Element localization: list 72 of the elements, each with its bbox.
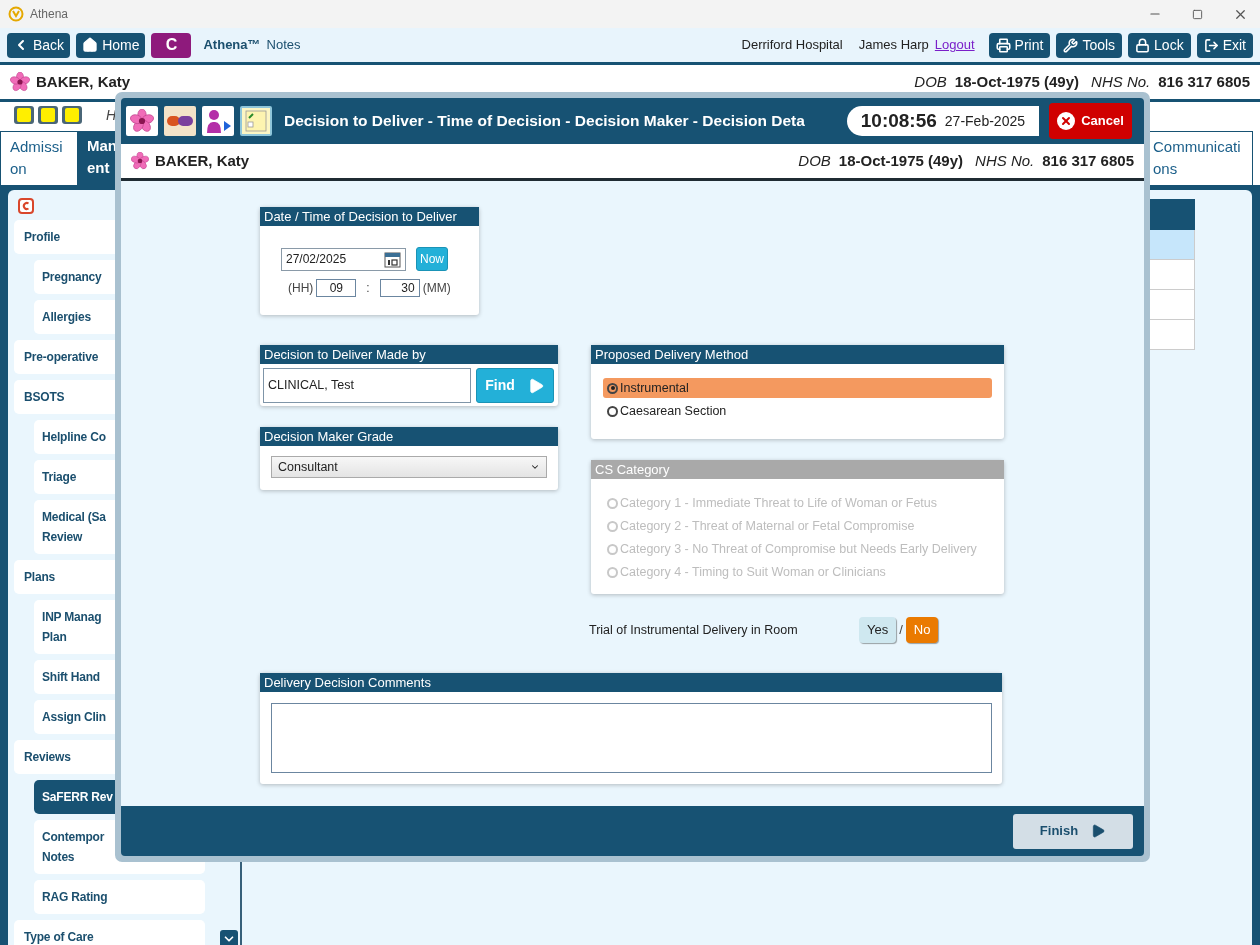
sidebar-item[interactable]: RAG Rating (34, 880, 205, 914)
dialog-title: Decision to Deliver - Time of Decision - Decision Maker - Decision Deta (284, 111, 806, 132)
patient-name: BAKER, Katy (155, 150, 250, 171)
toolbar-button[interactable]: Home (76, 32, 146, 58)
dropdown-caret-icon (530, 462, 540, 472)
radio-button[interactable] (607, 382, 618, 394)
app-logo-icon (8, 6, 24, 22)
app-name: Athena™ (203, 36, 261, 55)
calendar-icon[interactable] (384, 250, 401, 268)
flower-icon (130, 109, 154, 133)
radio-option[interactable]: Caesarean Section (603, 401, 992, 421)
toolbar-button[interactable]: Lock (1128, 32, 1191, 58)
hospital-name: Derriford Hospital (741, 36, 843, 55)
toolbar-button[interactable]: Exit (1196, 32, 1253, 58)
printer-icon (995, 37, 1011, 53)
logout-link[interactable]: Logout (934, 35, 975, 55)
finish-button[interactable]: Finish (1013, 813, 1133, 849)
nhs-label: NHS No. (1091, 71, 1151, 92)
radio-option[interactable]: Instrumental (603, 378, 992, 398)
comments-field[interactable] (271, 703, 992, 773)
flower-icon (10, 72, 30, 92)
note-tile-icon[interactable] (240, 106, 272, 136)
play-icon (1090, 823, 1107, 839)
lock-icon (1135, 37, 1151, 53)
hours-label: (HH) (288, 280, 314, 297)
minutes-label: (MM) (422, 280, 451, 297)
home-icon (82, 37, 99, 53)
alert-icon (18, 198, 34, 214)
dob-label: DOB (798, 150, 831, 171)
hours-field[interactable]: 09 (316, 279, 357, 297)
minutes-field[interactable]: 30 (379, 279, 420, 297)
window-title: Athena (30, 6, 69, 23)
clinician-field[interactable]: CLINICAL, Test (263, 368, 471, 403)
panel-header: Delivery Decision Comments (260, 673, 1002, 692)
grade-dropdown[interactable]: Consultant (271, 456, 547, 478)
toolbar-button[interactable]: Back (7, 32, 71, 58)
c-button[interactable]: C (151, 32, 192, 58)
person-tile-icon[interactable] (202, 106, 234, 136)
panel-header: Decision to Deliver Made by (260, 345, 558, 364)
cancel-button[interactable]: Cancel (1049, 103, 1132, 139)
dob-value: 18-Oct-1975 (49y) (838, 150, 964, 171)
wrench-icon (1063, 37, 1079, 53)
nhs-value: 816 317 6805 (1158, 71, 1250, 92)
toggle-button[interactable]: Yes (859, 617, 897, 643)
sidebar-item[interactable]: Type of Care (14, 920, 205, 945)
pill-tile-icon[interactable] (164, 106, 196, 136)
dob-value: 18-Oct-1975 (49y) (954, 71, 1080, 92)
exit-icon (1203, 37, 1219, 53)
flower-tile-icon[interactable] (126, 106, 158, 136)
time-separator: : (366, 280, 370, 297)
flower-icon (131, 152, 149, 170)
panel-header: CS Category (591, 460, 1004, 479)
panel-header: Proposed Delivery Method (591, 345, 1004, 364)
dob-label: DOB (914, 71, 947, 92)
patient-name: BAKER, Katy (36, 71, 131, 92)
panel-header: Decision Maker Grade (260, 427, 558, 446)
user-name: James Harp (858, 36, 929, 55)
panel-header: Date / Time of Decision to Deliver (260, 207, 479, 226)
toolbar-button[interactable]: Tools (1056, 32, 1123, 58)
maximize-icon[interactable] (1192, 8, 1203, 20)
app-section: Notes (266, 35, 301, 55)
toolbar-button[interactable]: Print (988, 32, 1051, 58)
table-header (1150, 199, 1195, 230)
date-field[interactable]: 27/02/2025 (281, 247, 406, 271)
option-separator: / (899, 621, 903, 640)
nhs-label: NHS No. (975, 150, 1035, 171)
radio-button[interactable] (607, 405, 618, 417)
nhs-value: 816 317 6805 (1042, 150, 1134, 171)
clock-display: 10:08:56 27-Feb-2025 (846, 106, 1039, 136)
scroll-down-button[interactable] (220, 930, 238, 945)
trial-label: Trial of Instrumental Delivery in Room (589, 621, 799, 639)
tab[interactable]: Admissi on (0, 131, 78, 185)
